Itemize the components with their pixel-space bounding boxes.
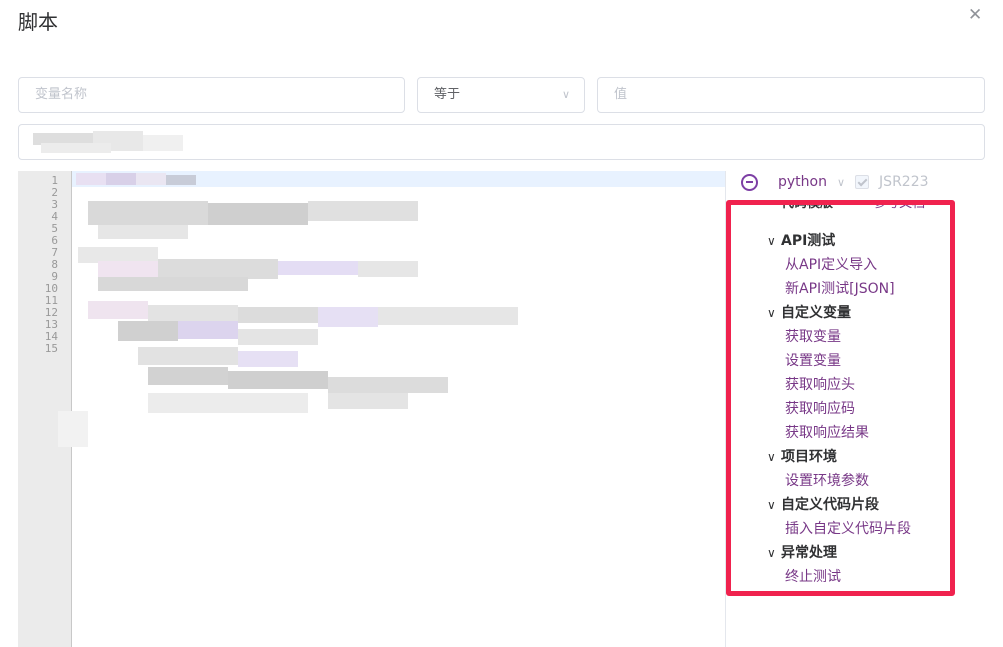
redacted-code bbox=[58, 171, 538, 451]
snippet-get-response-code[interactable]: 获取响应码 bbox=[767, 397, 911, 421]
dialog-title: 脚本 bbox=[18, 10, 58, 34]
script-name-input[interactable] bbox=[18, 124, 985, 160]
language-toolbar: python ∨ JSR223 bbox=[741, 171, 929, 193]
group-exception-handling[interactable]: ∨ 异常处理 bbox=[767, 541, 911, 565]
operator-value: 等于 bbox=[434, 87, 461, 102]
code-editor[interactable]: 1 2 3 4 5 6 7 8 9 10 11 12 13 14 15 bbox=[18, 171, 725, 647]
chevron-down-icon: ∨ bbox=[767, 306, 776, 320]
jsr223-checkbox[interactable] bbox=[855, 175, 870, 189]
editor-divider bbox=[725, 171, 726, 647]
doc-link[interactable]: 参考文档 bbox=[873, 200, 925, 211]
chevron-down-icon: ∨ bbox=[767, 234, 776, 248]
snippet-get-response-body[interactable]: 获取响应结果 bbox=[767, 421, 911, 445]
group-custom-variables[interactable]: ∨ 自定义变量 bbox=[767, 301, 911, 325]
template-tree: ∨ API测试 从API定义导入 新API测试[JSON] ∨ 自定义变量 获取变量… bbox=[767, 229, 911, 589]
value-input[interactable]: 值 bbox=[597, 77, 985, 113]
chevron-down-icon[interactable]: ∨ bbox=[837, 176, 845, 189]
chevron-down-icon: ∨ bbox=[767, 546, 776, 560]
chevron-down-icon: ∨ bbox=[561, 88, 570, 101]
group-custom-snippets[interactable]: ∨ 自定义代码片段 bbox=[767, 493, 911, 517]
line-number: 15 bbox=[44, 342, 58, 355]
snippet-get-response-header[interactable]: 获取响应头 bbox=[767, 373, 911, 397]
collapse-icon[interactable] bbox=[741, 173, 758, 191]
snippet-set-variable[interactable]: 设置变量 bbox=[767, 349, 911, 373]
chevron-down-icon: ∨ bbox=[767, 498, 776, 512]
group-project-env[interactable]: ∨ 项目环境 bbox=[767, 445, 911, 469]
template-header: 代码模版 参考文档 bbox=[781, 200, 925, 213]
snippet-get-variable[interactable]: 获取变量 bbox=[767, 325, 911, 349]
snippet-insert-custom[interactable]: 插入自定义代码片段 bbox=[767, 517, 911, 541]
variable-name-input[interactable]: 变量名称 bbox=[18, 77, 405, 113]
template-heading: 代码模版 bbox=[781, 200, 834, 211]
snippet-import-api[interactable]: 从API定义导入 bbox=[767, 253, 911, 277]
jsr223-label: JSR223 bbox=[879, 174, 929, 190]
language-select[interactable]: python bbox=[778, 174, 827, 190]
snippet-new-api-json[interactable]: 新API测试[JSON] bbox=[767, 277, 911, 301]
snippet-set-env-param[interactable]: 设置环境参数 bbox=[767, 469, 911, 493]
snippet-stop-test[interactable]: 终止测试 bbox=[767, 565, 911, 589]
group-api-test[interactable]: ∨ API测试 bbox=[767, 229, 911, 253]
chevron-down-icon: ∨ bbox=[767, 450, 776, 464]
operator-select[interactable]: 等于 ∨ bbox=[417, 77, 585, 113]
close-icon[interactable]: ✕ bbox=[968, 5, 982, 25]
redacted-text bbox=[33, 131, 183, 155]
